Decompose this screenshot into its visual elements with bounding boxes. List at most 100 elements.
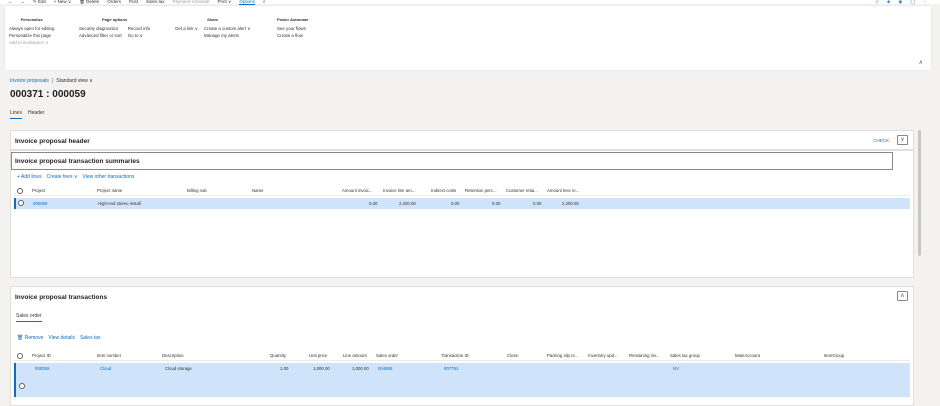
advanced-filter-button[interactable]: Advanced filter or sort: [79, 32, 122, 39]
personalize-page-button[interactable]: Personalize this page: [9, 32, 54, 39]
transaction-summaries-section: Invoice proposal transaction summaries +…: [10, 150, 914, 278]
column-header[interactable]: Invoice line am...: [383, 188, 415, 193]
invoice-proposal-header-section[interactable]: Invoice proposal header CHECK ∨: [10, 130, 914, 150]
amount-less-cell: 2,200.00: [562, 201, 579, 206]
manage-alerts-button[interactable]: Manage my alerts: [204, 32, 250, 39]
column-header[interactable]: MainAccount: [735, 353, 760, 358]
breadcrumb-link[interactable]: Invoice proposals: [10, 78, 49, 84]
sales-tax-group-link[interactable]: NV: [673, 366, 679, 371]
print-tab[interactable]: Print ∨: [218, 0, 232, 4]
column-header[interactable]: Quantity: [270, 353, 286, 358]
group-title: Personalize: [20, 17, 43, 22]
orders-tab[interactable]: Orders: [107, 0, 121, 4]
refresh-icon[interactable]: ◯: [910, 0, 915, 4]
column-header[interactable]: Billing rule: [187, 188, 207, 193]
column-header[interactable]: Sales order: [376, 353, 398, 358]
column-header[interactable]: Close: [507, 353, 518, 358]
column-header[interactable]: Item number: [97, 353, 121, 358]
column-header[interactable]: Project name: [97, 188, 122, 193]
link-icon[interactable]: ◇: [875, 0, 878, 4]
row-select-radio[interactable]: [19, 383, 25, 389]
back-button[interactable]: ←: [8, 0, 13, 4]
comment-icon[interactable]: ◉: [898, 0, 902, 4]
transactions-actions: 🗑 Remove View details Sales tax: [17, 335, 101, 341]
project-link[interactable]: 000059: [33, 201, 47, 206]
row-select-radio[interactable]: [18, 200, 24, 206]
column-header[interactable]: ItemGroup: [824, 353, 844, 358]
select-all-radio[interactable]: [17, 353, 23, 359]
sales-order-link[interactable]: 004888: [378, 366, 392, 371]
security-diagnostics-button[interactable]: Security diagnostics: [79, 25, 122, 32]
select-all-radio[interactable]: [17, 188, 23, 194]
remove-button[interactable]: 🗑 Remove: [17, 335, 43, 341]
summaries-actions: + Add lines Create fees ∨ View other tra…: [17, 174, 134, 180]
column-header[interactable]: Transaction ID: [441, 353, 469, 358]
view-details-button[interactable]: View details: [48, 335, 75, 341]
column-header[interactable]: Description: [162, 353, 184, 358]
group-title: Power Automate: [277, 17, 309, 22]
retention-cell: 0.00: [492, 201, 501, 206]
table-row[interactable]: 000059 High-end stereo install 0.00 2,20…: [14, 198, 910, 209]
create-flow-button[interactable]: Create a flow: [277, 32, 306, 39]
chevron-down-icon[interactable]: ∨: [897, 135, 908, 145]
sales-tax-tab[interactable]: Sales tax: [146, 0, 165, 4]
unit-price-cell: 1,000.00: [313, 366, 330, 371]
delete-button[interactable]: 🗑 Delete: [79, 0, 99, 4]
sales-tax-button[interactable]: Sales tax: [80, 335, 101, 341]
view-selector[interactable]: Standard view ∨: [56, 78, 93, 84]
column-header[interactable]: Indirect costs: [431, 188, 456, 193]
power-automate-group: Power Automate See your flows Create a f…: [277, 17, 308, 39]
table-row[interactable]: 000059 Cloud Cloud storage 1.00 1,000.00…: [14, 363, 910, 397]
new-button[interactable]: + New ∨: [54, 0, 71, 4]
create-fees-button[interactable]: Create fees ∨: [47, 174, 78, 180]
group-title: Share: [207, 17, 219, 22]
column-header[interactable]: Sales tax group: [670, 353, 700, 358]
item-number-link[interactable]: Cloud: [100, 366, 111, 371]
collapse-ribbon-icon[interactable]: ∧: [919, 59, 923, 66]
column-header[interactable]: Inventory upd...: [588, 353, 618, 358]
get-a-link-button[interactable]: Get a link ∨: [175, 25, 198, 32]
breadcrumb-separator: |: [51, 78, 54, 84]
column-header[interactable]: Unit price: [309, 353, 327, 358]
column-header[interactable]: Amount less re...: [547, 188, 579, 193]
post-tab[interactable]: Post: [129, 0, 138, 4]
office-icon[interactable]: ◈: [887, 0, 890, 4]
chevron-up-icon[interactable]: ∧: [897, 291, 908, 301]
column-header[interactable]: Amount invoic...: [342, 188, 373, 193]
add-lines-button[interactable]: + Add lines: [17, 174, 42, 180]
tab-sales-order[interactable]: Sales order: [16, 313, 42, 322]
column-header[interactable]: Project ID: [32, 353, 51, 358]
tab-header[interactable]: Header: [28, 110, 44, 119]
tab-lines[interactable]: Lines: [10, 110, 22, 119]
view-other-transactions-button[interactable]: View other transactions: [83, 174, 135, 180]
search-icon[interactable]: ⌕: [263, 0, 266, 4]
forward-button[interactable]: →: [21, 0, 26, 4]
share-group: Share Get a link ∨ Create a custom alert…: [175, 17, 250, 39]
column-header[interactable]: Customer retai...: [506, 188, 538, 193]
payment-schedule-tab[interactable]: Payment schedule: [173, 0, 210, 4]
add-to-workspace-button[interactable]: Add to workspace ∨: [9, 39, 54, 46]
column-header[interactable]: Remaining inv...: [629, 353, 660, 358]
invoice-line-amount-cell: 2,200.00: [399, 201, 416, 206]
description-cell: Cloud storage: [165, 366, 192, 371]
project-id-link[interactable]: 000059: [35, 366, 49, 371]
amount-invoiced-cell: 0.00: [369, 201, 378, 206]
edit-button[interactable]: ✎ Edit: [33, 0, 46, 4]
column-header[interactable]: Project: [32, 188, 45, 193]
breadcrumb: Invoice proposals | Standard view ∨: [10, 78, 93, 84]
column-header[interactable]: Line amount: [343, 353, 367, 358]
column-header[interactable]: Packing slip re...: [547, 353, 579, 358]
transaction-id-link[interactable]: 007791: [444, 366, 458, 371]
see-flows-button[interactable]: See your flows: [277, 25, 306, 32]
record-info-button[interactable]: Record info: [128, 25, 150, 32]
customer-retained-cell: 0.00: [533, 201, 542, 206]
close-icon[interactable]: ◌: [923, 0, 926, 4]
go-to-button[interactable]: Go to ∨: [128, 32, 150, 39]
column-header[interactable]: Retention perc...: [465, 188, 497, 193]
create-custom-alert-button[interactable]: Create a custom alert ∨: [204, 25, 250, 32]
page-scrollbar[interactable]: [918, 130, 921, 256]
column-header[interactable]: Name: [252, 188, 263, 193]
line-amount-cell: 1,000.00: [352, 366, 369, 371]
always-open-for-editing-button[interactable]: Always open for editing: [9, 25, 54, 32]
toolbar-icons: ◇ ◈ ◉ ◯ ◌: [875, 0, 940, 4]
